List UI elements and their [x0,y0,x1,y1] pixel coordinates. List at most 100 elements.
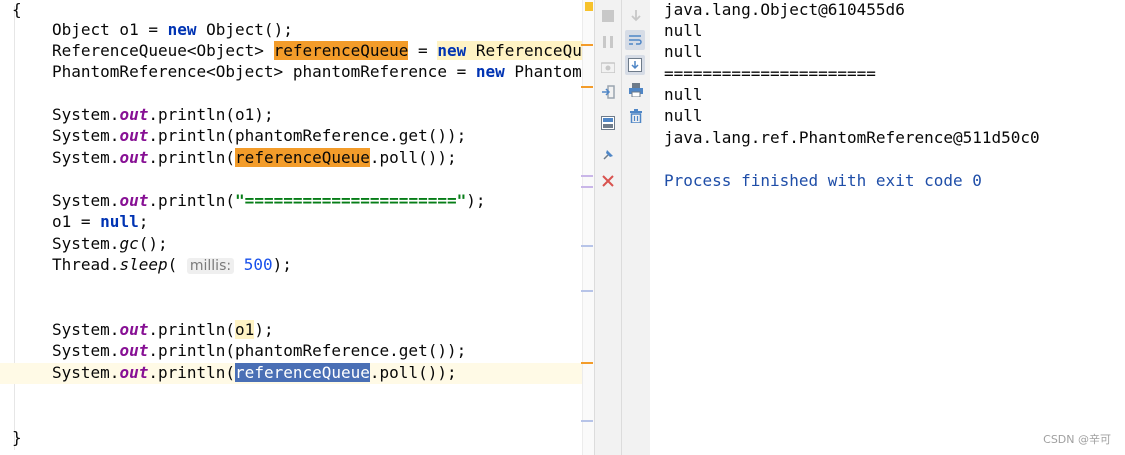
code-text: .poll()); [369,363,457,382]
brace-open: { [12,0,22,19]
stripe-mark[interactable] [581,186,593,188]
stop-icon[interactable] [598,6,618,26]
code-text: .println(phantomReference.get()); [148,126,467,145]
stripe-mark[interactable] [581,362,593,364]
pin-icon[interactable] [598,145,618,165]
soft-wrap-icon[interactable] [625,30,645,50]
code-line-4[interactable]: System.out.println(o1); [52,105,274,126]
highlighted-identifier: referenceQueue [235,148,370,167]
warning-marker[interactable] [585,2,593,11]
highlighted-identifier: referenceQueue [273,41,409,60]
stripe-mark[interactable] [581,290,593,292]
console-line: java.lang.Object@610455d6 [664,0,905,19]
scroll-down-icon[interactable] [626,6,646,26]
error-stripe[interactable] [581,0,594,455]
code-text: .println( [148,363,236,382]
console-line: null [664,42,703,61]
code-text: ; [138,212,149,231]
code-text: PhantomReference<Object> phantomReferenc… [52,62,476,81]
watermark: CSDN @辛可 [1043,433,1111,446]
code-text: ); [466,191,486,210]
code-text: Thread. [52,255,120,274]
code-text: o1 = [52,212,101,231]
code-line-10[interactable]: Thread.sleep( millis: 500); [52,255,292,276]
stripe-mark[interactable] [581,175,593,177]
number-literal: 500 [243,255,273,274]
code-text: PhantomReference<>(o1, referenceQueue); [514,62,594,81]
code-text: .println( [148,148,236,167]
code-text: Object o1 = [52,20,168,39]
code-text: System. [52,234,120,253]
code-text: ( [167,255,187,274]
code-line-8[interactable]: o1 = null; [52,212,148,233]
process-finished-message: Process finished with exit code 0 [664,171,982,190]
static-method: sleep [119,255,168,274]
code-text: System. [52,148,120,167]
console-line: java.lang.ref.PhantomReference@511d50c0 [664,128,1040,147]
code-line-9[interactable]: System.gc(); [52,234,168,255]
keyword-null: null [100,212,139,231]
code-text: System. [52,126,120,145]
code-text: .println(phantomReference.get()); [148,341,467,360]
code-text: Object(); [196,20,293,39]
stripe-mark[interactable] [581,86,593,88]
close-icon[interactable] [598,171,618,191]
code-text: .println(o1); [148,105,274,124]
code-text: System. [52,363,120,382]
console-line: null [664,85,703,104]
console-line: ====================== [664,64,876,83]
static-field: out [119,363,149,382]
code-line-6[interactable]: System.out.println(referenceQueue.poll()… [52,148,457,169]
console-line: null [664,106,703,125]
code-text: System. [52,105,120,124]
login-icon[interactable] [598,82,618,102]
code-line-2[interactable]: ReferenceQueue<Object> referenceQueue = … [52,41,594,62]
static-method: gc [119,234,139,253]
stripe-mark[interactable] [581,44,593,46]
code-line-11[interactable]: System.out.println(o1); [52,320,274,341]
code-line-12[interactable]: System.out.println(phantomReference.get(… [52,341,466,362]
static-field: out [119,105,149,124]
code-text: .poll()); [369,148,457,167]
code-text: = [408,41,438,60]
code-line-7[interactable]: System.out.println("====================… [52,191,486,212]
keyword-new: new [437,41,467,60]
console-line: null [664,21,703,40]
brace-close: } [12,428,22,447]
code-text: ReferenceQueue<Object> [52,41,274,60]
parameter-hint: millis: [186,258,235,274]
code-text: .println( [148,320,236,339]
code-line-1[interactable]: Object o1 = new Object(); [52,20,293,41]
keyword-new: new [167,20,197,39]
code-text: .println( [148,191,236,210]
run-toolbar [594,0,622,455]
layout-icon[interactable] [598,113,618,133]
stripe-mark[interactable] [581,245,593,247]
static-field: out [119,191,149,210]
code-line-3[interactable]: PhantomReference<Object> phantomReferenc… [52,62,594,83]
scroll-to-end-icon[interactable] [625,55,645,75]
camera-icon[interactable] [598,57,618,77]
string-literal: "======================" [235,191,467,210]
keyword-new: new [475,62,505,81]
print-icon[interactable] [626,80,646,100]
static-field: out [119,320,149,339]
code-text: (); [138,234,168,253]
console-output[interactable]: java.lang.Object@610455d6 null null ====… [650,0,1125,455]
selected-identifier: referenceQueue [235,363,370,382]
static-field: out [119,126,149,145]
code-line-5[interactable]: System.out.println(phantomReference.get(… [52,126,466,147]
code-text: System. [52,191,120,210]
stripe-mark[interactable] [581,420,593,422]
trash-icon[interactable] [626,106,646,126]
static-field: out [119,148,149,167]
pause-icon[interactable] [598,32,618,52]
console-toolbar [621,0,651,455]
code-text: ); [254,320,274,339]
code-text: ReferenceQueue<>(); [466,41,594,60]
code-line-13[interactable]: System.out.println(referenceQueue.poll()… [52,363,457,384]
code-editor[interactable]: { Object o1 = new Object(); ReferenceQue… [0,0,594,455]
highlighted-identifier: o1 [235,320,255,339]
static-field: out [119,341,149,360]
